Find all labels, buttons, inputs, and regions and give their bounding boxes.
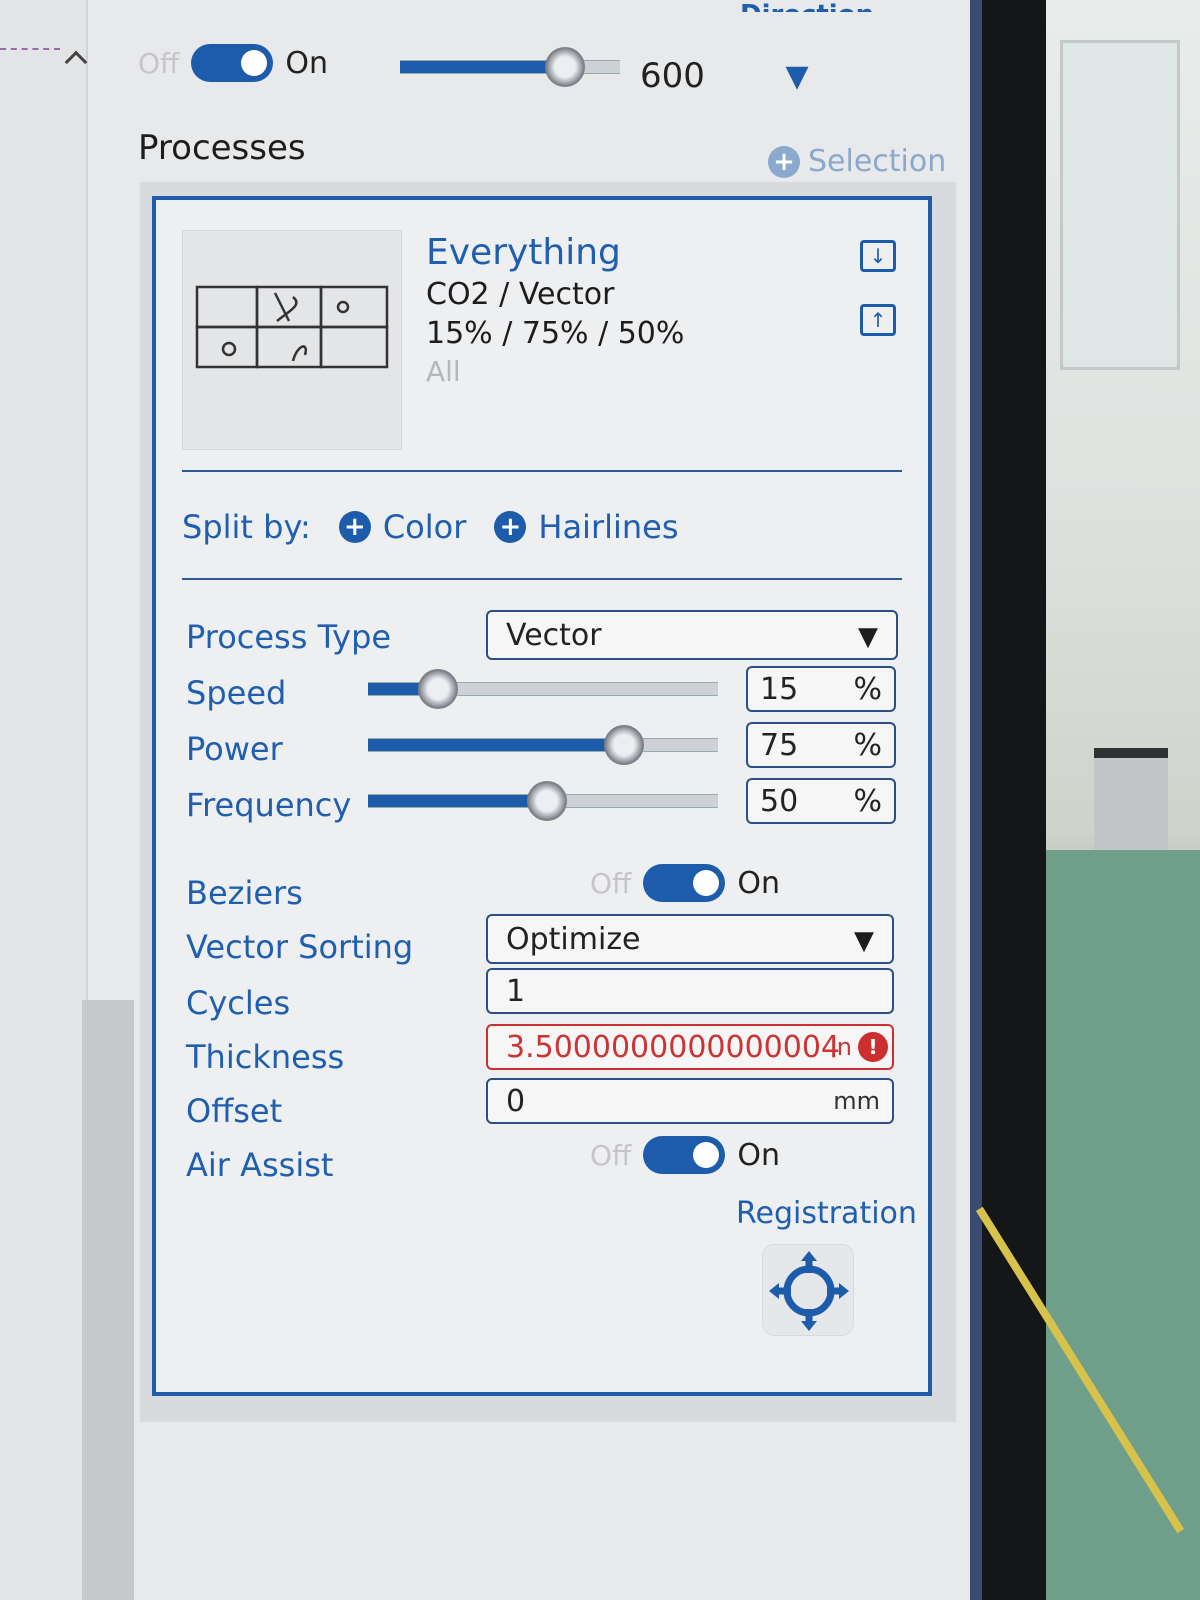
split-by-label: Split by: [182, 508, 311, 546]
process-actions: ↓ ↑ [860, 240, 896, 336]
process-info: Everything CO2 / Vector 15% / 75% / 50% … [426, 232, 684, 388]
speed-value: 15 [760, 672, 799, 707]
process-scope: All [426, 355, 461, 388]
design-preview-image [195, 285, 389, 369]
room-floor [1046, 850, 1200, 1600]
air-assist-toggle[interactable] [643, 1136, 726, 1174]
beziers-toggle-group: Off On [590, 864, 780, 902]
vector-sorting-select[interactable]: Optimize ▼ [486, 914, 894, 964]
scrollbar[interactable] [82, 1000, 134, 1600]
split-by-hairlines-button[interactable]: + Hairlines [494, 508, 679, 546]
cycles-input[interactable]: 1 [486, 968, 894, 1014]
process-type-select[interactable]: Vector ▼ [486, 610, 898, 660]
process-name[interactable]: Everything [426, 232, 684, 273]
divider [182, 578, 902, 580]
frequency-slider[interactable] [368, 781, 718, 821]
dropdown-arrow-icon: ▼ [858, 622, 878, 652]
import-icon[interactable]: ↓ [860, 240, 896, 272]
plus-icon: + [768, 145, 800, 178]
power-slider-fill [368, 739, 624, 751]
split-by-color-button[interactable]: + Color [338, 508, 467, 546]
add-selection-button[interactable]: + Selection [768, 144, 946, 179]
speed-input[interactable]: 15 % [746, 666, 896, 712]
top-controls: Off On 600 [64, 30, 968, 100]
processes-title: Processes [138, 128, 306, 168]
top-speed-slider[interactable] [400, 47, 620, 87]
room-bin [1094, 748, 1168, 858]
crosshair-icon [769, 1251, 849, 1331]
neighbor-panel [0, 0, 88, 1600]
power-unit: % [853, 728, 882, 763]
frequency-value: 50 [760, 784, 799, 819]
process-type-label: Process Type [186, 618, 392, 656]
top-toggle-group: Off On [138, 44, 328, 82]
dashed-guide [0, 48, 60, 50]
offset-input[interactable]: 0 mm [486, 1078, 894, 1124]
thickness-label: Thickness [186, 1038, 345, 1076]
process-laser-type: CO2 / Vector [426, 277, 615, 312]
power-slider[interactable] [368, 725, 718, 765]
power-slider-knob[interactable] [603, 725, 644, 765]
vector-sorting-label: Vector Sorting [186, 928, 414, 966]
plus-icon: + [494, 511, 527, 543]
frequency-slider-fill [368, 795, 547, 807]
split-option-hairlines: Hairlines [538, 508, 679, 546]
plus-icon: + [338, 511, 371, 543]
divider [182, 470, 902, 472]
top-slider-knob[interactable] [545, 47, 585, 87]
split-by-row: Split by: + Color + Hairlines [182, 508, 679, 546]
dropdown-arrow-icon: ▼ [854, 926, 874, 956]
beziers-on-label: On [737, 865, 780, 901]
process-settings-summary: 15% / 75% / 50% [426, 316, 685, 351]
screen-edge [970, 0, 982, 1600]
power-value: 75 [760, 728, 799, 763]
frequency-unit: % [853, 784, 882, 819]
export-icon[interactable]: ↑ [860, 304, 896, 336]
top-on-label: On [285, 45, 328, 81]
double-chevron-down-icon[interactable]: ▼ [782, 60, 812, 94]
vector-sorting-value: Optimize [506, 921, 641, 957]
frequency-input[interactable]: 50 % [746, 778, 896, 824]
process-thumbnail [182, 230, 402, 450]
beziers-toggle[interactable] [643, 864, 726, 902]
top-slider-fill [400, 61, 565, 73]
registration-button[interactable] [762, 1244, 854, 1336]
beziers-off-label: Off [590, 866, 632, 900]
power-input[interactable]: 75 % [746, 722, 896, 768]
top-toggle[interactable] [191, 44, 274, 82]
monitor-bezel [982, 0, 1046, 1600]
beziers-label: Beziers [186, 874, 303, 912]
frequency-label: Frequency [186, 786, 352, 824]
power-label: Power [186, 730, 283, 768]
speed-slider-knob[interactable] [418, 669, 458, 709]
air-assist-label: Air Assist [186, 1146, 334, 1184]
offset-unit: mm [833, 1087, 880, 1115]
split-option-color: Color [382, 508, 467, 546]
thickness-input[interactable]: 3.5000000000000004 n ! [486, 1024, 894, 1070]
thickness-unit: n [836, 1033, 852, 1061]
speed-label: Speed [186, 674, 287, 712]
direction-label: Direction [740, 0, 874, 12]
offset-label: Offset [186, 1092, 283, 1130]
error-icon: ! [858, 1032, 888, 1062]
background-room [975, 0, 1200, 1600]
process-type-value: Vector [506, 617, 602, 653]
air-assist-toggle-group: Off On [590, 1136, 780, 1174]
frequency-slider-knob[interactable] [526, 781, 567, 821]
air-assist-on-label: On [737, 1137, 780, 1173]
speed-slider[interactable] [368, 669, 718, 709]
top-off-label: Off [138, 46, 180, 80]
selection-label: Selection [808, 144, 947, 179]
cycles-value: 1 [506, 973, 526, 1009]
registration-label: Registration [736, 1196, 917, 1231]
thickness-value: 3.5000000000000004 [506, 1029, 841, 1065]
process-card[interactable]: Everything CO2 / Vector 15% / 75% / 50% … [152, 196, 932, 1396]
top-speed-value: 600 [640, 56, 705, 96]
cycles-label: Cycles [186, 984, 291, 1022]
air-assist-off-label: Off [590, 1138, 632, 1172]
room-window [1060, 40, 1180, 370]
offset-value: 0 [506, 1083, 526, 1119]
speed-unit: % [853, 672, 882, 707]
